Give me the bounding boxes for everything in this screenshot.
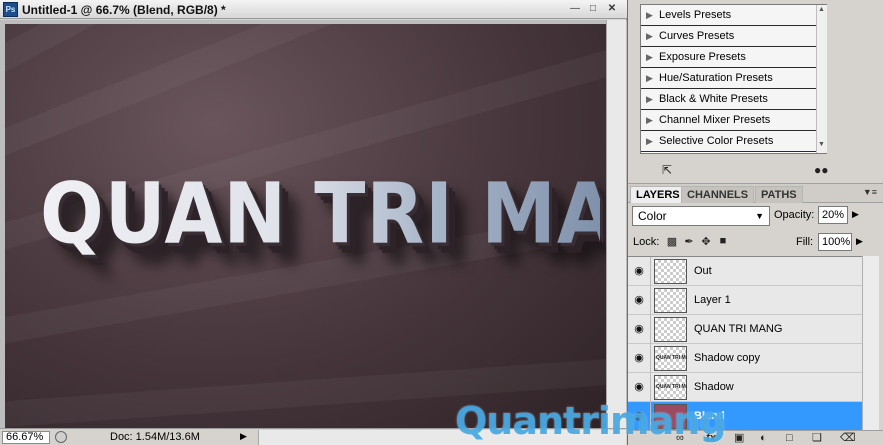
- layer-thumbnail[interactable]: [654, 259, 687, 284]
- panel-menu-icon[interactable]: ▼≡: [863, 187, 877, 197]
- layer-row[interactable]: ◉ QUAN TRI MANG: [628, 315, 862, 344]
- tab-paths[interactable]: PATHS: [755, 186, 803, 203]
- presets-scrollbar[interactable]: ▲ ▼: [816, 5, 827, 153]
- layer-row[interactable]: ◉ Out: [628, 257, 862, 286]
- fill-field[interactable]: 100%: [818, 233, 852, 251]
- maximize-icon[interactable]: □: [586, 3, 600, 16]
- layers-panel-tabs: LAYERS CHANNELS PATHS ▼≡: [628, 183, 883, 203]
- divider: [650, 315, 651, 344]
- document-size: Doc: 1.54M/13.6M: [110, 431, 200, 443]
- preset-label: Hue/Saturation Presets: [659, 72, 773, 84]
- adjustments-footer: ⇱ ●●: [628, 160, 883, 180]
- layer-thumbnail-text: QUAN TRI MANG: [656, 384, 687, 390]
- vertical-scrollbar[interactable]: [606, 20, 626, 428]
- layer-name: QUAN TRI MANG: [694, 323, 783, 335]
- status-info-icon[interactable]: [55, 431, 67, 443]
- layer-row[interactable]: ◉ Layer 1: [628, 286, 862, 315]
- expand-triangle-icon: ▶: [646, 31, 653, 41]
- preset-label: Channel Mixer Presets: [659, 114, 771, 126]
- lock-position-icon[interactable]: ✥: [700, 235, 712, 248]
- visibility-eye-icon[interactable]: ◉: [632, 381, 646, 393]
- divider: [650, 286, 651, 315]
- visibility-eye-icon[interactable]: ◉: [632, 323, 646, 335]
- lock-all-icon[interactable]: ■: [717, 235, 729, 247]
- preset-item-levels[interactable]: ▶ Levels Presets: [641, 5, 826, 26]
- canvas[interactable]: QUAN TRI MANG: [5, 24, 606, 428]
- blend-mode-value: Color: [638, 209, 667, 223]
- opacity-label: Opacity:: [774, 209, 815, 221]
- canvas-headline-text: QUAN TRI MANG: [40, 164, 606, 263]
- preset-label: Exposure Presets: [659, 51, 746, 63]
- tab-layers[interactable]: LAYERS: [630, 186, 686, 203]
- visibility-eye-icon[interactable]: ◉: [632, 352, 646, 364]
- preset-item-exposure[interactable]: ▶ Exposure Presets: [641, 47, 826, 68]
- canvas-area: QUAN TRI MANG: [0, 20, 627, 428]
- adjustment-layer-icon[interactable]: ◐: [760, 431, 767, 445]
- return-to-list-icon[interactable]: ⇱: [662, 163, 672, 177]
- layer-name: Shadow copy: [694, 352, 761, 364]
- tab-channels[interactable]: CHANNELS: [681, 186, 755, 203]
- preset-label: Selective Color Presets: [659, 135, 774, 147]
- preset-label: Curves Presets: [659, 30, 735, 42]
- preset-item-curves[interactable]: ▶ Curves Presets: [641, 26, 826, 47]
- layer-thumbnail[interactable]: [654, 288, 687, 313]
- expand-triangle-icon: ▶: [646, 115, 653, 125]
- minimize-icon[interactable]: —: [568, 3, 582, 16]
- preset-label: Black & White Presets: [659, 93, 768, 105]
- watermark-logo: Quantrimang: [455, 399, 726, 443]
- close-icon[interactable]: ✕: [605, 3, 619, 16]
- preset-item-black-white[interactable]: ▶ Black & White Presets: [641, 89, 826, 110]
- layer-name: Shadow: [694, 381, 734, 393]
- expand-triangle-icon: ▶: [646, 73, 653, 83]
- clip-to-layer-icon[interactable]: ●●: [814, 163, 829, 177]
- fill-label: Fill:: [796, 236, 814, 248]
- opacity-field[interactable]: 20%: [818, 206, 848, 224]
- layer-thumbnail[interactable]: QUAN TRI MANG: [654, 346, 687, 371]
- layers-scrollbar[interactable]: [862, 256, 879, 430]
- document-window: Ps Untitled-1 @ 66.7% (Blend, RGB/8) * —…: [0, 0, 627, 445]
- layer-row[interactable]: ◉ QUAN TRI MANG Shadow copy: [628, 344, 862, 373]
- new-layer-icon[interactable]: ❏: [812, 431, 822, 445]
- document-titlebar[interactable]: Ps Untitled-1 @ 66.7% (Blend, RGB/8) * —…: [0, 0, 627, 19]
- layer-row[interactable]: ◉ QUAN TRI MANG Shadow: [628, 373, 862, 402]
- document-title: Untitled-1 @ 66.7% (Blend, RGB/8) *: [22, 3, 226, 17]
- expand-triangle-icon: ▶: [646, 52, 653, 62]
- preset-item-channel-mixer[interactable]: ▶ Channel Mixer Presets: [641, 110, 826, 131]
- status-menu-arrow-icon[interactable]: ▶: [240, 431, 247, 442]
- divider: [650, 257, 651, 286]
- fill-slider-arrow-icon[interactable]: ▶: [856, 236, 863, 247]
- lock-transparent-pixels-icon[interactable]: ▩: [666, 235, 678, 248]
- zoom-field[interactable]: 66.67%: [2, 431, 50, 444]
- expand-triangle-icon: ▶: [646, 10, 653, 20]
- expand-triangle-icon: ▶: [646, 94, 653, 104]
- divider: [650, 373, 651, 402]
- preset-item-hue-saturation[interactable]: ▶ Hue/Saturation Presets: [641, 68, 826, 89]
- scroll-up-icon[interactable]: ▲: [818, 6, 825, 13]
- new-group-icon[interactable]: □: [786, 431, 793, 445]
- adjustments-presets-list: ▶ Levels Presets ▶ Curves Presets ▶ Exposur…: [640, 4, 827, 154]
- layer-thumbnail[interactable]: [654, 317, 687, 342]
- blend-mode-select[interactable]: Color ▼: [632, 206, 770, 226]
- layer-thumbnail[interactable]: QUAN TRI MANG: [654, 375, 687, 400]
- layer-thumbnail-text: QUAN TRI MANG: [656, 355, 687, 361]
- layer-name: Layer 1: [694, 294, 731, 306]
- opacity-slider-arrow-icon[interactable]: ▶: [852, 209, 859, 220]
- preset-label: Levels Presets: [659, 9, 732, 21]
- delete-layer-icon[interactable]: ⌫: [840, 431, 856, 445]
- preset-item-selective-color[interactable]: ▶ Selective Color Presets: [641, 131, 826, 152]
- right-panel-dock: ▶ Levels Presets ▶ Curves Presets ▶ Exposur…: [628, 0, 883, 445]
- dropdown-arrow-icon: ▼: [755, 211, 764, 221]
- visibility-eye-icon[interactable]: ◉: [632, 265, 646, 277]
- lock-label: Lock:: [633, 236, 660, 248]
- divider: [650, 344, 651, 373]
- expand-triangle-icon: ▶: [646, 136, 653, 146]
- add-mask-icon[interactable]: ▣: [734, 431, 744, 445]
- layer-name: Out: [694, 265, 712, 277]
- scroll-down-icon[interactable]: ▼: [818, 141, 825, 148]
- visibility-eye-icon[interactable]: ◉: [632, 294, 646, 306]
- lock-image-pixels-icon[interactable]: ✒: [683, 235, 695, 248]
- photoshop-app-icon: Ps: [3, 2, 18, 17]
